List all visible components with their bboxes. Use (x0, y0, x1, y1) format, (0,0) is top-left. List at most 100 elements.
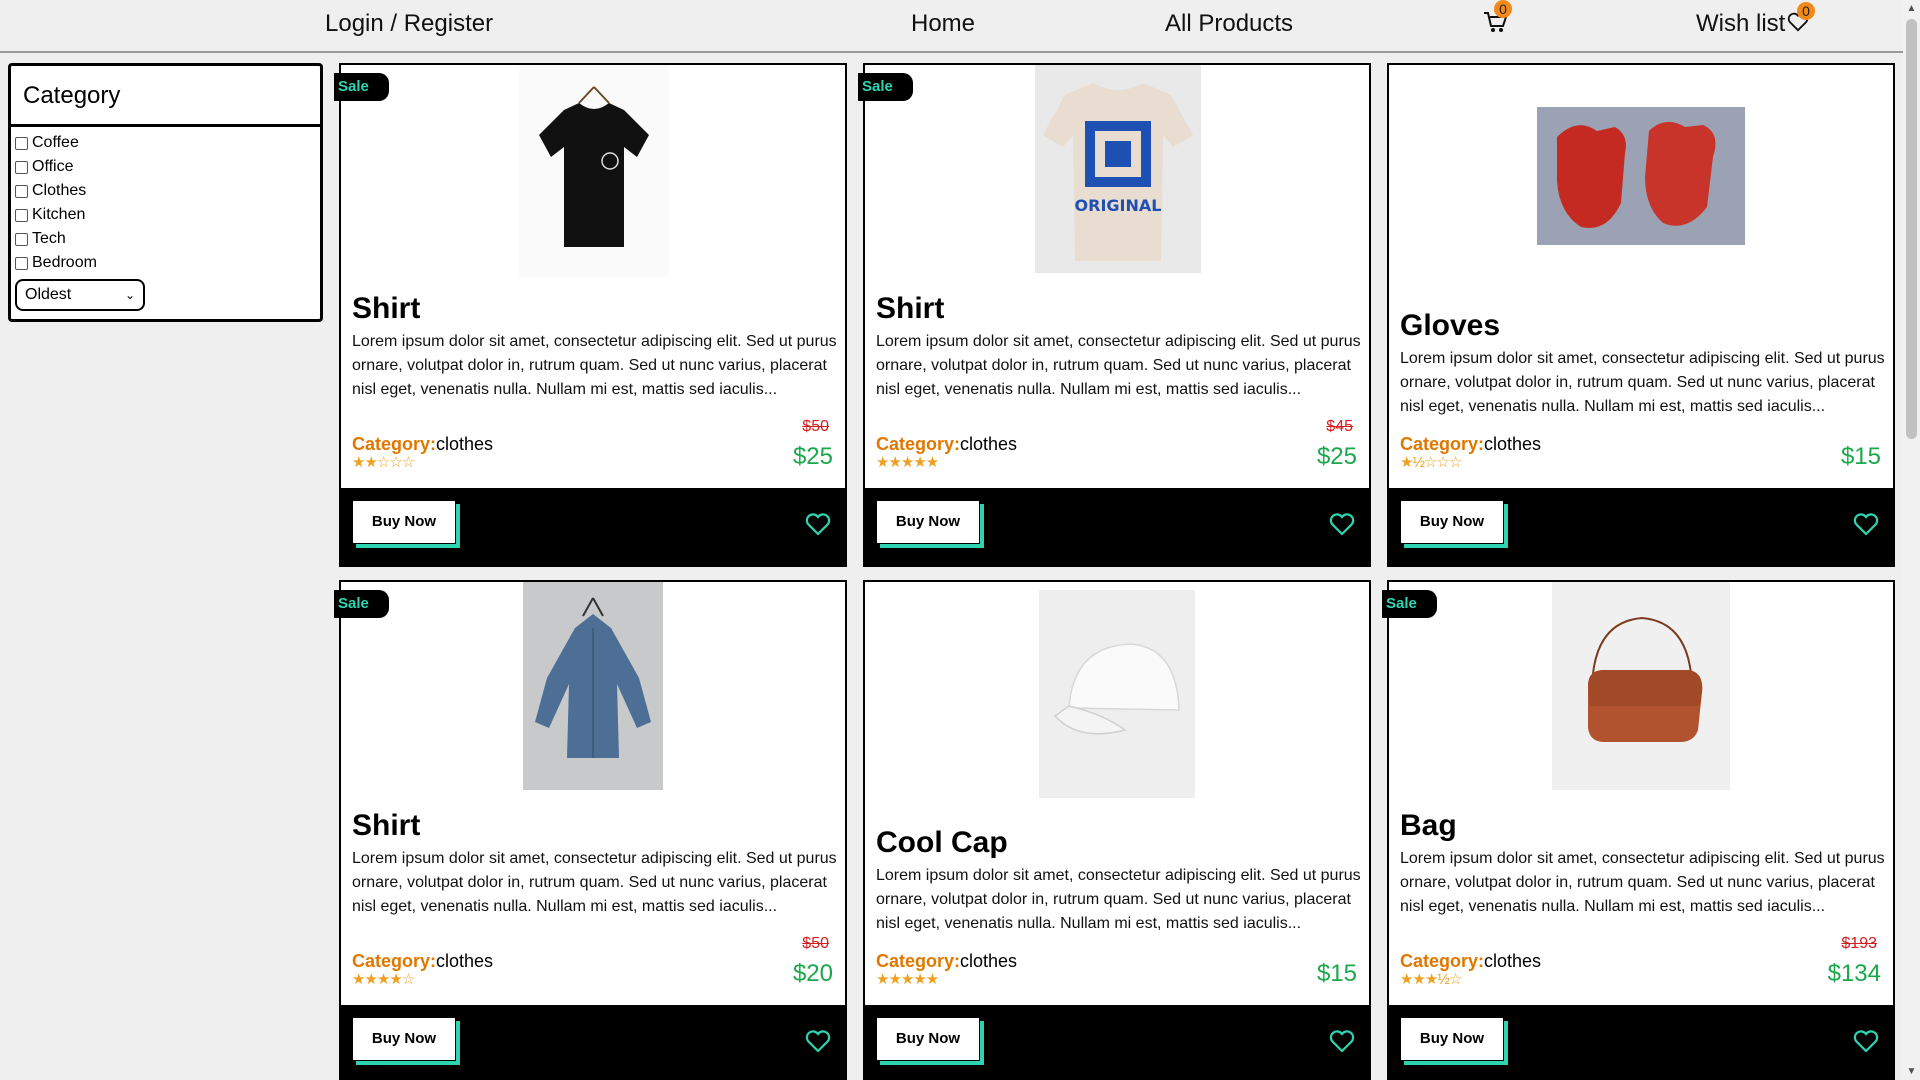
product-title[interactable]: Bag (1400, 808, 1457, 844)
heart-icon[interactable] (805, 1029, 831, 1053)
svg-text:ORIGINAL: ORIGINAL (1075, 196, 1162, 215)
product-image-area (1389, 65, 1893, 305)
buy-now-button[interactable]: Buy Now (1400, 1017, 1504, 1061)
page-scrollbar[interactable]: ▲ ▼ (1903, 0, 1920, 1080)
product-image[interactable] (1039, 590, 1195, 798)
rating-stars: ★½☆☆☆ (1400, 454, 1462, 471)
product-image[interactable] (1552, 582, 1730, 790)
product-card: Sale Bag Lorem ipsum dolor sit amet, con… (1382, 580, 1895, 1080)
old-price: $50 (802, 418, 829, 435)
category-label: Coffee (32, 134, 79, 151)
heart-icon[interactable] (805, 512, 831, 536)
product-title[interactable]: Gloves (1400, 308, 1500, 344)
rating-stars: ★★★½☆ (1400, 971, 1462, 988)
sort-value: Oldest (25, 286, 72, 303)
product-image-area: ORIGINAL (865, 65, 1369, 305)
category-value: clothes (436, 951, 494, 971)
rating-stars: ★★★★☆ (352, 971, 415, 988)
category-checkbox-office[interactable]: Office (11, 155, 320, 179)
category-label: Category: (1400, 951, 1485, 971)
product-image-area (1389, 582, 1893, 822)
category-checkbox-clothes[interactable]: Clothes (11, 179, 320, 203)
card-footer: Buy Now (1389, 1005, 1893, 1080)
category-value: clothes (436, 434, 494, 454)
product-description: Lorem ipsum dolor sit amet, consectetur … (1400, 350, 1885, 415)
product-category: Category:clothes (352, 433, 493, 455)
product-image-area (341, 65, 845, 305)
category-label: Category: (352, 951, 437, 971)
category-checkbox-coffee[interactable]: Coffee (11, 131, 320, 155)
price: $25 (792, 443, 833, 470)
card-footer: Buy Now (1389, 488, 1893, 567)
card-footer: Buy Now (341, 488, 845, 567)
wishlist-count-badge: 0 (1797, 2, 1815, 20)
product-title[interactable]: Cool Cap (876, 825, 1008, 861)
category-checkbox-tech[interactable]: Tech (11, 227, 320, 251)
top-navbar: Login / Register Home All Products 0 Wis… (0, 0, 1903, 53)
checkbox[interactable] (15, 184, 28, 198)
category-checkbox-kitchen[interactable]: Kitchen (11, 203, 320, 227)
buy-now-button[interactable]: Buy Now (876, 1017, 980, 1061)
buy-now-button[interactable]: Buy Now (1400, 500, 1504, 544)
heart-icon[interactable] (1329, 512, 1355, 536)
product-category: Category:clothes (1400, 950, 1541, 972)
price: $25 (1316, 443, 1357, 470)
buy-now-button[interactable]: Buy Now (876, 500, 980, 544)
price: $134 (1827, 960, 1881, 987)
login-register-link[interactable]: Login / Register (325, 8, 493, 40)
category-label: Category: (876, 434, 961, 454)
rating-stars: ★★☆☆☆ (352, 454, 415, 471)
heart-icon[interactable] (1853, 512, 1879, 536)
wishlist-link[interactable]: Wish list (1696, 8, 1785, 40)
product-category: Category:clothes (1400, 433, 1541, 455)
product-card: Cool Cap Lorem ipsum dolor sit amet, con… (863, 580, 1371, 1080)
product-description: Lorem ipsum dolor sit amet, consectetur … (352, 333, 837, 398)
price: $15 (1840, 443, 1881, 470)
category-filter-panel: Category Coffee Office Clothes Kitchen T… (8, 63, 323, 322)
card-footer: Buy Now (341, 1005, 845, 1080)
checkbox[interactable] (15, 232, 28, 246)
category-checkbox-bedroom[interactable]: Bedroom (11, 251, 320, 275)
scroll-up-arrow-icon[interactable]: ▲ (1903, 0, 1920, 17)
all-products-link[interactable]: All Products (1165, 8, 1293, 40)
product-image[interactable] (523, 582, 663, 790)
product-card: ORIGINAL Sale Shirt Lorem ipsum dolor si… (858, 63, 1371, 567)
category-value: clothes (960, 434, 1018, 454)
category-value: clothes (1484, 951, 1542, 971)
category-label: Tech (32, 230, 66, 247)
product-image[interactable] (519, 65, 669, 277)
sale-badge: Sale (858, 73, 913, 101)
sale-badge: Sale (1382, 590, 1437, 618)
checkbox[interactable] (15, 256, 28, 270)
category-label: Kitchen (32, 206, 86, 223)
home-link[interactable]: Home (911, 8, 975, 40)
scroll-thumb[interactable] (1906, 19, 1917, 439)
heart-icon[interactable] (1329, 1029, 1355, 1053)
category-label: Office (32, 158, 74, 175)
buy-now-button[interactable]: Buy Now (352, 500, 456, 544)
product-title[interactable]: Shirt (876, 291, 944, 327)
product-description: Lorem ipsum dolor sit amet, consectetur … (1400, 850, 1885, 915)
product-category: Category:clothes (876, 950, 1017, 972)
sale-badge: Sale (334, 590, 389, 618)
checkbox[interactable] (15, 136, 28, 150)
product-title[interactable]: Shirt (352, 291, 420, 327)
price: $20 (792, 960, 833, 987)
category-label: Clothes (32, 182, 87, 199)
sort-select[interactable]: Oldest ⌄ (15, 279, 145, 311)
product-image-area (865, 582, 1369, 822)
product-image[interactable] (1537, 107, 1745, 245)
buy-now-button[interactable]: Buy Now (352, 1017, 456, 1061)
product-category: Category:clothes (352, 950, 493, 972)
heart-icon[interactable] (1853, 1029, 1879, 1053)
checkbox[interactable] (15, 208, 28, 222)
product-title[interactable]: Shirt (352, 808, 420, 844)
category-label: Category: (1400, 434, 1485, 454)
product-card: Gloves Lorem ipsum dolor sit amet, conse… (1387, 63, 1895, 567)
product-image[interactable]: ORIGINAL (1035, 65, 1201, 273)
category-value: clothes (1484, 434, 1542, 454)
card-footer: Buy Now (865, 1005, 1369, 1080)
checkbox[interactable] (15, 160, 28, 174)
category-value: clothes (960, 951, 1018, 971)
scroll-down-arrow-icon[interactable]: ▼ (1903, 1063, 1920, 1080)
